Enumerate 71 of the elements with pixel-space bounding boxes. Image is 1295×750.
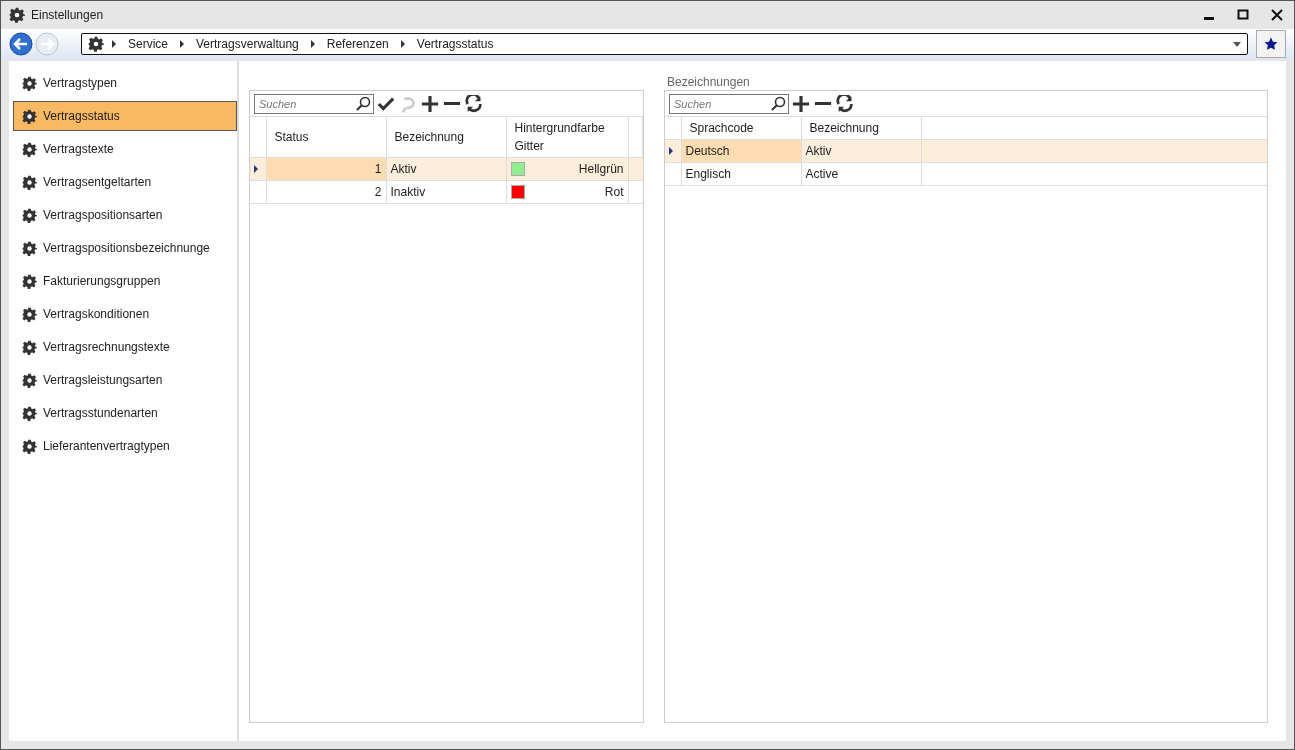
plus-icon — [421, 94, 439, 113]
minus-icon — [443, 102, 461, 105]
plus-button[interactable] — [420, 93, 440, 114]
row-indicator-icon — [254, 165, 258, 173]
column-header[interactable]: Status — [274, 128, 378, 146]
breadcrumb-item[interactable]: Service — [124, 35, 172, 53]
sidebar-item[interactable]: Vertragsleistungsarten — [13, 365, 237, 395]
gear-icon — [22, 339, 37, 355]
gear-icon — [22, 306, 37, 322]
gear-icon — [22, 405, 37, 421]
gear-icon — [22, 108, 37, 124]
star-icon — [1264, 37, 1278, 51]
maximize-button[interactable] — [1237, 9, 1249, 21]
dropdown-caret-icon — [1233, 41, 1241, 47]
search-field[interactable]: Suchen — [669, 93, 789, 114]
gear-icon — [22, 174, 37, 190]
table-cell: Englisch — [681, 162, 801, 186]
undo-icon — [399, 94, 417, 113]
gear-icon — [22, 75, 37, 91]
back-button[interactable] — [9, 32, 33, 56]
breadcrumb-item[interactable]: Vertragsverwaltung — [192, 35, 303, 53]
gear-icon — [9, 7, 25, 23]
sidebar-item[interactable]: Fakturierungsgruppen — [13, 266, 237, 296]
sidebar-item[interactable]: Vertragspositionsbezeichnunge — [13, 233, 237, 263]
sidebar-item[interactable]: Vertragskonditionen — [13, 299, 237, 329]
column-header[interactable]: Hintergrundfarbe Gitter — [514, 119, 620, 155]
column-header[interactable]: Bezeichnung — [394, 128, 498, 146]
breadcrumb-item[interactable]: Vertragsstatus — [412, 35, 498, 53]
table-cell: Active — [801, 162, 921, 186]
refresh-button[interactable] — [464, 93, 484, 114]
breadcrumb-item[interactable]: Referenzen — [322, 35, 393, 53]
gear-icon — [88, 36, 104, 52]
column-header[interactable]: Bezeichnung — [809, 121, 879, 135]
gear-icon — [22, 207, 37, 223]
row-indicator-icon — [669, 147, 673, 155]
refresh-icon — [836, 94, 854, 113]
search-field[interactable]: Suchen — [254, 93, 374, 114]
favorite-button[interactable] — [1256, 30, 1286, 58]
search-icon — [770, 95, 786, 112]
gear-icon — [22, 438, 37, 454]
column-header[interactable]: Sprachcode — [689, 121, 754, 135]
search-icon — [355, 95, 371, 112]
refresh-button[interactable] — [835, 93, 855, 114]
sidebar-item[interactable]: Lieferantenvertragtypen — [13, 431, 237, 461]
refresh-icon — [465, 94, 483, 113]
table-cell-text: Hellgrün — [578, 161, 624, 178]
sidebar-item[interactable]: Vertragstypen — [13, 68, 237, 98]
table-cell: 2 — [266, 180, 386, 204]
table-cell: Aktiv — [801, 139, 921, 163]
sidebar-item[interactable]: Vertragsstundenarten — [13, 398, 237, 428]
table-cell: Inaktiv — [386, 180, 506, 204]
close-button[interactable] — [1271, 9, 1283, 21]
gear-icon — [22, 372, 37, 388]
sidebar-item[interactable]: Vertragsstatus — [13, 101, 237, 131]
sidebar-item[interactable]: Vertragsrechnungstexte — [13, 332, 237, 362]
gear-icon — [22, 240, 37, 256]
table-cell: Deutsch — [681, 139, 801, 163]
minus-icon — [814, 102, 832, 105]
section-title: Bezeichnungen — [667, 74, 751, 87]
breadcrumb-bar[interactable]: Service Vertragsverwaltung Referenzen Vertragsstatus — [81, 33, 1248, 55]
window-title: Einstellungen — [31, 7, 104, 24]
plus-icon — [792, 94, 810, 113]
sidebar-item[interactable]: Vertragspositionsarten — [13, 200, 237, 230]
sidebar-item[interactable]: Vertragstexte — [13, 134, 237, 164]
gear-icon — [22, 273, 37, 289]
sidebar-item[interactable]: Vertragsentgeltarten — [13, 167, 237, 197]
table-cell-text: Rot — [604, 184, 624, 201]
gear-icon — [22, 141, 37, 157]
table-cell: Aktiv — [386, 157, 506, 181]
plus-button[interactable] — [791, 93, 811, 114]
table-cell: 1 — [266, 157, 386, 181]
